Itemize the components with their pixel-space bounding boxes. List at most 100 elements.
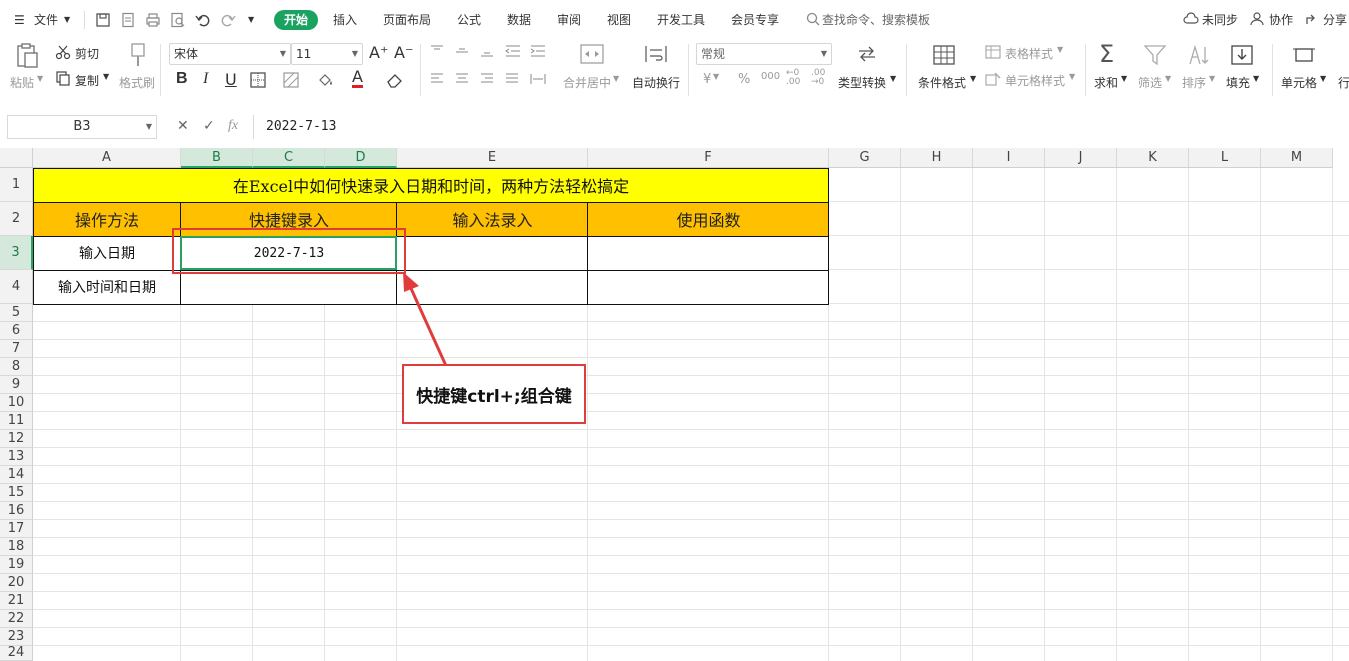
print-preview-icon[interactable]	[170, 12, 186, 28]
paste-chevron-icon[interactable]: ▼	[37, 74, 43, 83]
tab-page-layout[interactable]: 页面布局	[383, 10, 431, 30]
quick-access-chevron-icon[interactable]: ▼	[248, 10, 254, 30]
wrap-text-icon[interactable]	[644, 44, 668, 64]
column-header-j[interactable]: J	[1045, 148, 1117, 168]
row-header-14[interactable]: 14	[0, 466, 33, 484]
cell-b4[interactable]	[181, 270, 397, 304]
row-header-7[interactable]: 7	[0, 340, 33, 358]
header-cell-ime[interactable]: 输入法录入	[397, 202, 588, 236]
eraser-icon[interactable]	[386, 72, 404, 88]
sync-status[interactable]: 未同步	[1202, 10, 1238, 30]
tab-insert[interactable]: 插入	[333, 10, 357, 30]
fill-pattern-icon[interactable]	[283, 72, 299, 88]
sum-icon[interactable]: Σ	[1099, 40, 1114, 68]
redo-icon[interactable]	[220, 12, 236, 28]
name-box[interactable]: B3 ▼	[7, 115, 157, 139]
share-button[interactable]: 分享	[1323, 10, 1347, 30]
undo-icon[interactable]	[195, 12, 211, 28]
scissors-icon[interactable]	[55, 44, 71, 60]
row-header-16[interactable]: 16	[0, 502, 33, 520]
thousands-separator-icon[interactable]: 000	[761, 71, 780, 82]
row-header-6[interactable]: 6	[0, 322, 33, 340]
decrease-font-icon[interactable]: A⁻	[394, 43, 413, 62]
align-top-icon[interactable]	[430, 45, 444, 57]
type-convert-button[interactable]: 类型转换	[838, 74, 886, 91]
collab-icon[interactable]	[1250, 10, 1264, 30]
indent-icon[interactable]	[530, 45, 546, 57]
decrease-decimal-icon[interactable]: .00 →0	[811, 69, 825, 87]
percent-icon[interactable]: %	[738, 72, 750, 87]
filter-icon[interactable]	[1143, 44, 1167, 66]
column-header-f[interactable]: F	[588, 148, 829, 168]
row-header-5[interactable]: 5	[0, 304, 33, 322]
row-header-19[interactable]: 19	[0, 556, 33, 574]
align-right-icon[interactable]	[480, 73, 494, 85]
row-header-4[interactable]: 4	[0, 270, 33, 304]
command-search[interactable]: 查找命令、搜索模板	[822, 10, 930, 30]
copy-icon[interactable]	[55, 70, 71, 86]
justify-icon[interactable]	[505, 73, 519, 85]
formula-input[interactable]: 2022-7-13	[253, 115, 1349, 139]
sort-icon[interactable]	[1186, 44, 1210, 66]
format-painter-button[interactable]: 格式刷	[119, 74, 155, 91]
cell-a3[interactable]: 输入日期	[33, 236, 181, 270]
cell-style-icon[interactable]	[985, 72, 1001, 86]
tab-home[interactable]: 开始	[274, 10, 319, 30]
tab-review[interactable]: 审阅	[557, 10, 581, 30]
row-header-22[interactable]: 22	[0, 610, 33, 628]
outdent-icon[interactable]	[505, 45, 521, 57]
export-pdf-icon[interactable]	[120, 12, 136, 28]
bold-icon[interactable]: B	[176, 70, 188, 88]
column-header-c[interactable]: C	[253, 148, 325, 168]
row-header-10[interactable]: 10	[0, 394, 33, 412]
table-style-button[interactable]: 表格样式	[1005, 45, 1053, 62]
align-middle-icon[interactable]	[455, 45, 469, 57]
merge-chevron-icon[interactable]: ▼	[613, 74, 619, 83]
row-header-18[interactable]: 18	[0, 538, 33, 556]
row-header-24[interactable]: 24	[0, 646, 33, 661]
copy-button[interactable]: 复制	[75, 72, 99, 89]
column-header-g[interactable]: G	[829, 148, 901, 168]
sort-button[interactable]: 排序	[1182, 74, 1206, 91]
insert-function-icon[interactable]: fx	[228, 118, 238, 134]
underline-icon[interactable]: U	[225, 70, 237, 89]
column-header-m[interactable]: M	[1261, 148, 1333, 168]
merge-center-button[interactable]: 合并居中	[563, 74, 611, 91]
increase-decimal-icon[interactable]: ←0.00	[786, 69, 800, 87]
row-header-1[interactable]: 1	[0, 168, 33, 202]
header-cell-function[interactable]: 使用函数	[588, 202, 829, 236]
sum-chevron-icon[interactable]: ▼	[1121, 74, 1127, 83]
column-header-a[interactable]: A	[33, 148, 181, 168]
increase-font-icon[interactable]: A⁺	[369, 43, 388, 62]
currency-icon[interactable]: ¥	[703, 72, 711, 87]
column-header-d[interactable]: D	[325, 148, 397, 168]
tab-member[interactable]: 会员专享	[731, 10, 779, 30]
type-convert-icon[interactable]	[855, 44, 879, 64]
cell-button[interactable]: 单元格	[1281, 74, 1317, 91]
cell-f4[interactable]	[588, 270, 829, 304]
font-name-select[interactable]: 宋体 ▼	[169, 43, 291, 65]
copy-chevron-icon[interactable]: ▼	[103, 72, 109, 81]
fill-color-icon[interactable]	[317, 72, 335, 88]
fill-down-icon[interactable]	[1230, 44, 1254, 66]
collab-button[interactable]: 协作	[1269, 10, 1293, 30]
cut-button[interactable]: 剪切	[75, 45, 99, 62]
file-menu[interactable]: 文件	[34, 10, 58, 30]
conditional-format-icon[interactable]	[932, 44, 956, 66]
conditional-format-chevron-icon[interactable]: ▼	[970, 74, 976, 83]
filter-chevron-icon[interactable]: ▼	[1165, 74, 1171, 83]
confirm-icon[interactable]: ✓	[203, 118, 215, 134]
cell-style-chevron-icon[interactable]: ▼	[1069, 72, 1075, 81]
row-header-3[interactable]: 3	[0, 236, 33, 270]
print-icon[interactable]	[145, 12, 161, 28]
column-header-b[interactable]: B	[181, 148, 253, 168]
cell-title[interactable]: 在Excel中如何快速录入日期和时间，两种方法轻松搞定	[33, 168, 829, 202]
row-header-12[interactable]: 12	[0, 430, 33, 448]
row-header-21[interactable]: 21	[0, 592, 33, 610]
row-header-2[interactable]: 2	[0, 202, 33, 236]
hamburger-icon[interactable]: ☰	[14, 10, 25, 30]
row-header-11[interactable]: 11	[0, 412, 33, 430]
fill-button[interactable]: 填充	[1226, 74, 1250, 91]
row-header-17[interactable]: 17	[0, 520, 33, 538]
sum-button[interactable]: 求和	[1094, 74, 1118, 91]
